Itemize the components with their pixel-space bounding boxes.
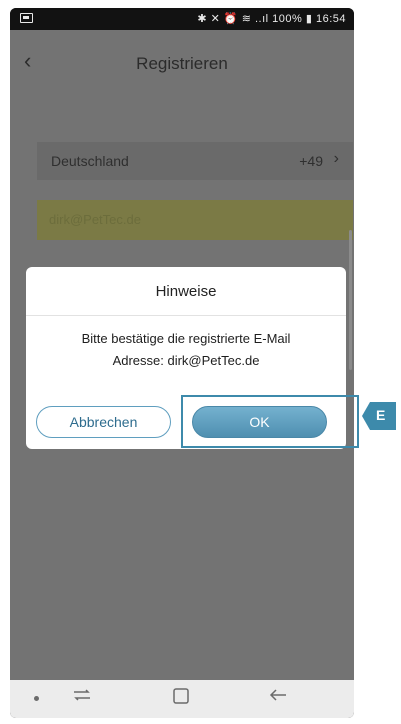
chevron-right-icon: › (333, 150, 339, 167)
country-code: +49 (299, 153, 323, 169)
ok-button-highlight (181, 395, 359, 448)
battery-icon: ▮ (305, 13, 313, 25)
dialog-divider (26, 315, 346, 316)
home-icon[interactable] (172, 687, 190, 710)
country-name: Deutschland (51, 153, 129, 169)
country-selector[interactable]: Deutschland +49 › (37, 142, 353, 180)
scrollbar[interactable] (349, 230, 352, 370)
dialog-message-line2: Adresse: dirk@PetTec.de (112, 353, 260, 368)
recent-apps-icon[interactable] (72, 687, 92, 708)
cancel-button[interactable]: Abbrechen (36, 406, 171, 438)
dialog-message-line1: Bitte bestätige die registrierte E-Mail (81, 331, 291, 346)
status-icons-text: ✱ ✕ ⏰ ≋ ..ıl (197, 13, 269, 25)
page-title: Registrieren (136, 54, 228, 73)
status-icons: ✱ ✕ ⏰ ≋ ..ıl 100% ▮ 16:54 (197, 12, 346, 25)
app-screen: ‹ Registrieren Deutschland +49 › dirk@Pe… (10, 30, 354, 680)
back-arrow-icon[interactable] (268, 687, 288, 708)
status-time: 16:54 (315, 13, 346, 25)
screenshot-icon (20, 13, 33, 23)
status-bar: ✱ ✕ ⏰ ≋ ..ıl 100% ▮ 16:54 (10, 8, 354, 30)
callout-badge: E (362, 402, 396, 430)
callout-label: E (376, 407, 386, 423)
phone-frame: ✱ ✕ ⏰ ≋ ..ıl 100% ▮ 16:54 ‹ Registrieren… (10, 8, 354, 718)
battery-level: 100% (272, 13, 303, 25)
email-field[interactable]: dirk@PetTec.de (37, 200, 353, 240)
navigation-bar (10, 680, 354, 718)
email-value: dirk@PetTec.de (49, 212, 141, 227)
nav-dot-icon (34, 696, 39, 701)
dialog-title: Hinweise (155, 283, 217, 300)
